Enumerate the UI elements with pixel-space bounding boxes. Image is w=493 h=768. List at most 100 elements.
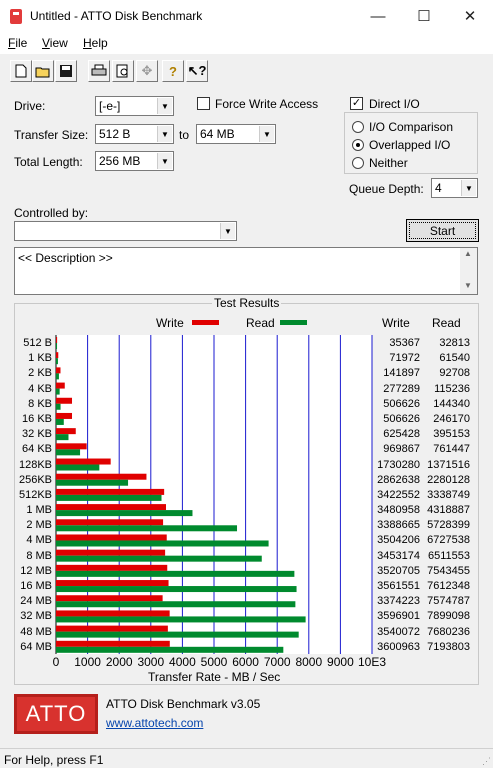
size-label: 12 MB (20, 564, 52, 577)
read-value: 6727538 (427, 534, 470, 547)
read-value: 61540 (439, 352, 470, 365)
write-value: 3453174 (377, 549, 420, 562)
size-label: 4 KB (28, 382, 52, 395)
website-link[interactable]: www.attotech.com (106, 716, 203, 730)
write-value: 3540072 (377, 625, 420, 638)
write-value: 3596901 (377, 610, 420, 623)
write-bar (56, 595, 163, 602)
read-value: 32813 (439, 337, 470, 349)
read-value: 2280128 (427, 473, 470, 486)
size-label: 32 KB (22, 428, 52, 441)
size-label: 48 MB (20, 625, 52, 638)
read-value: 395153 (433, 428, 470, 441)
read-value: 7574787 (427, 595, 470, 608)
write-bar (56, 352, 59, 359)
write-value: 1730280 (377, 458, 420, 471)
write-bar (56, 367, 61, 374)
size-label: 512KB (18, 488, 52, 501)
version-text: ATTO Disk Benchmark v3.05 (106, 697, 261, 711)
read-bar (56, 570, 295, 577)
size-label: 64 KB (22, 443, 52, 456)
size-label: 128KB (18, 458, 52, 471)
size-label: 256KB (18, 473, 52, 486)
write-bar (56, 564, 168, 571)
read-bar (56, 616, 306, 623)
write-value: 3374223 (377, 595, 420, 608)
x-tick-label: 1000 (74, 655, 101, 669)
write-bar (56, 534, 167, 541)
write-value: 3504206 (377, 534, 420, 547)
size-label: 8 KB (28, 397, 52, 410)
size-label: 16 MB (20, 580, 52, 593)
read-bar (56, 449, 81, 456)
read-value: 144340 (433, 397, 470, 410)
size-label: 16 KB (22, 412, 52, 425)
x-tick-label: 5000 (201, 655, 228, 669)
write-value: 35367 (389, 337, 420, 349)
write-value: 969867 (383, 443, 420, 456)
read-bar (56, 343, 58, 349)
write-value: 3422552 (377, 488, 420, 501)
read-value: 7680236 (427, 625, 470, 638)
read-bar (56, 525, 238, 532)
status-bar: For Help, press F1 ⋰ (0, 748, 493, 768)
resize-grip-icon[interactable]: ⋰ (482, 756, 491, 767)
write-bar (56, 473, 147, 480)
read-value: 761447 (433, 443, 470, 456)
size-label: 4 MB (26, 534, 52, 547)
x-axis-label: Transfer Rate - MB / Sec (148, 670, 281, 684)
write-bar (56, 458, 111, 465)
size-label: 512 B (23, 337, 52, 349)
read-bar (56, 418, 64, 425)
read-bar (56, 479, 129, 486)
size-label: 1 KB (28, 352, 52, 365)
read-value: 115236 (434, 382, 470, 395)
read-bar (56, 555, 262, 562)
write-value: 3520705 (377, 564, 420, 577)
read-bar (56, 434, 69, 441)
read-value: 7612348 (427, 580, 470, 593)
read-bar (56, 540, 269, 547)
write-value: 141897 (383, 367, 420, 380)
x-tick-label: 8000 (295, 655, 322, 669)
read-bar (56, 358, 58, 365)
read-value: 6511553 (427, 549, 470, 562)
write-bar (56, 549, 166, 556)
x-tick-label: 0 (53, 655, 60, 669)
write-value: 625428 (383, 428, 420, 441)
read-bar (56, 646, 284, 653)
read-value: 3338749 (427, 488, 470, 501)
read-bar (56, 586, 297, 593)
x-tick-label: 9000 (327, 655, 354, 669)
write-bar (56, 504, 166, 511)
read-bar (56, 373, 59, 380)
size-label: 2 MB (26, 519, 52, 532)
write-value: 506626 (383, 397, 420, 410)
write-bar (56, 428, 76, 435)
write-value: 3388665 (377, 519, 420, 532)
atto-logo: ATTO (14, 694, 98, 734)
read-value: 7543455 (427, 564, 470, 577)
read-value: 92708 (439, 367, 470, 380)
x-tick-label: 10E3 (358, 655, 386, 669)
write-bar (56, 443, 87, 450)
read-value: 4318887 (427, 504, 470, 517)
read-bar (56, 388, 60, 395)
write-bar (56, 382, 65, 389)
write-value: 506626 (383, 412, 420, 425)
write-value: 2862638 (377, 473, 420, 486)
read-value: 5728399 (427, 519, 470, 532)
read-value: 7193803 (427, 640, 470, 653)
write-bar (56, 625, 168, 632)
write-value: 71972 (389, 352, 420, 365)
read-bar (56, 601, 296, 608)
write-bar (56, 397, 73, 404)
read-bar (56, 464, 100, 471)
write-bar (56, 412, 73, 419)
x-tick-label: 3000 (137, 655, 164, 669)
x-tick-label: 4000 (169, 655, 196, 669)
read-bar (56, 510, 193, 517)
x-tick-label: 2000 (106, 655, 133, 669)
size-label: 1 MB (26, 504, 52, 517)
write-bar (56, 488, 165, 495)
